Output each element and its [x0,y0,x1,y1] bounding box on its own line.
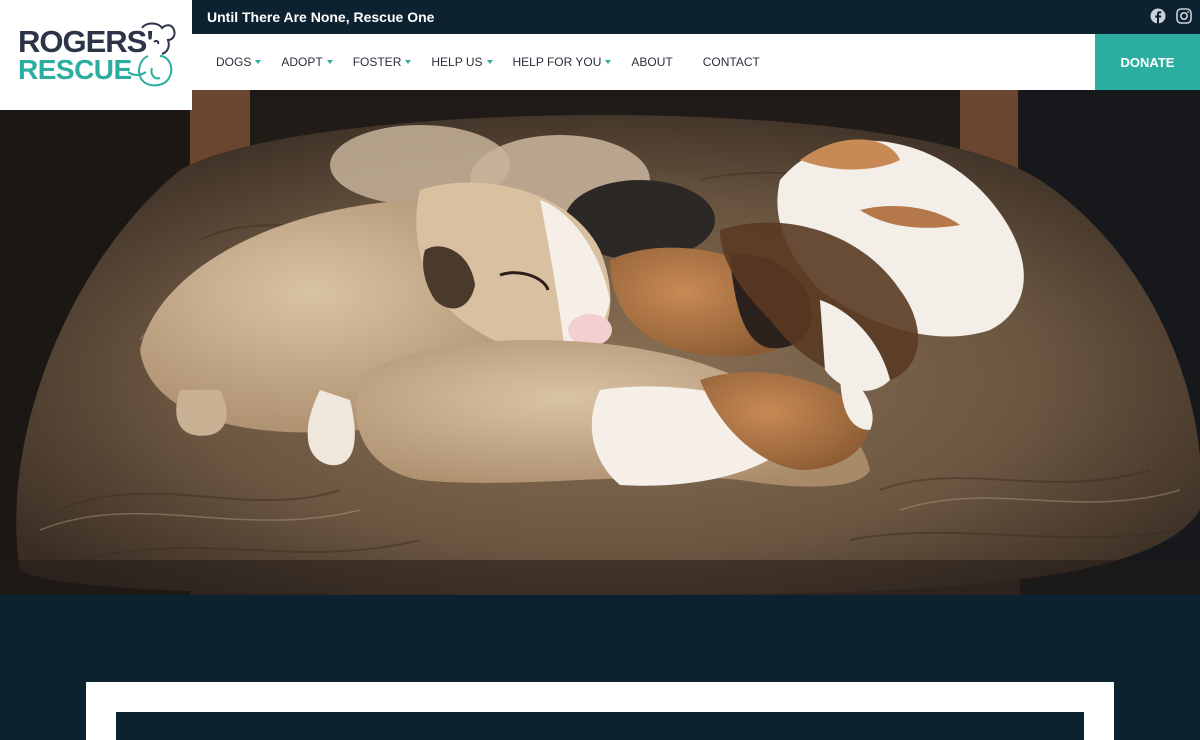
chevron-down-icon [326,60,333,64]
nav-label: ADOPT [281,55,323,69]
nav-item-help-us[interactable]: HELP US [431,55,493,69]
chevron-down-icon [405,60,412,64]
top-bar: Until There Are None, Rescue One [192,0,1200,34]
donate-button[interactable]: DONATE [1095,34,1200,90]
dog-outline-logo-icon [128,22,176,87]
nav-item-foster[interactable]: FOSTER [353,55,412,69]
chevron-down-icon [255,60,262,64]
nav-label: HELP US [431,55,483,69]
instagram-icon[interactable] [1176,8,1192,24]
sleeping-puppies-photo [0,90,1200,595]
content-card-inner [116,712,1084,740]
chevron-down-icon [486,60,493,64]
nav-item-help-for-you[interactable]: HELP FOR YOU [513,55,612,69]
site-logo[interactable]: ROGERS' RESCUE [0,0,192,110]
chevron-down-icon [605,60,612,64]
nav-item-adopt[interactable]: ADOPT [281,55,333,69]
nav-item-contact[interactable]: CONTACT [703,55,760,69]
logo-text-rescue: RESCUE [18,54,132,85]
nav-label: DOGS [216,55,252,69]
content-card [86,682,1114,740]
nav-label: ABOUT [631,55,673,69]
social-links [1150,8,1192,24]
nav-label: HELP FOR YOU [512,55,602,69]
hero-image [0,90,1200,595]
nav-item-dogs[interactable]: DOGS [216,55,262,69]
tagline: Until There Are None, Rescue One [207,9,435,25]
main-nav: DOGS ADOPT FOSTER HELP US HELP FOR YOU A… [192,34,1095,90]
facebook-icon[interactable] [1150,8,1166,24]
nav-label: FOSTER [352,55,402,69]
nav-label: CONTACT [702,55,760,69]
nav-item-about[interactable]: ABOUT [631,55,672,69]
